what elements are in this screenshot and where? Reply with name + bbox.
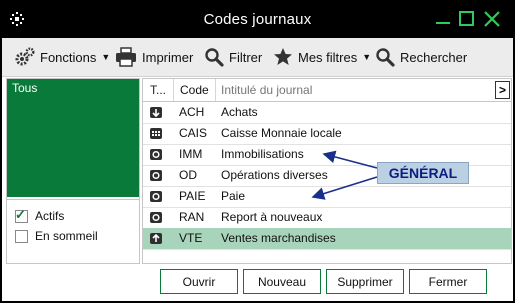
annotation-general-label: GÉNÉRAL [377, 162, 469, 184]
codes-journaux-window: Codes journaux Fonctions ▼ Imprimer Filt… [2, 2, 513, 301]
annotation-arrows [311, 150, 378, 200]
arrow-to-paie [311, 176, 378, 200]
arrow-to-immobilisations [322, 150, 378, 169]
